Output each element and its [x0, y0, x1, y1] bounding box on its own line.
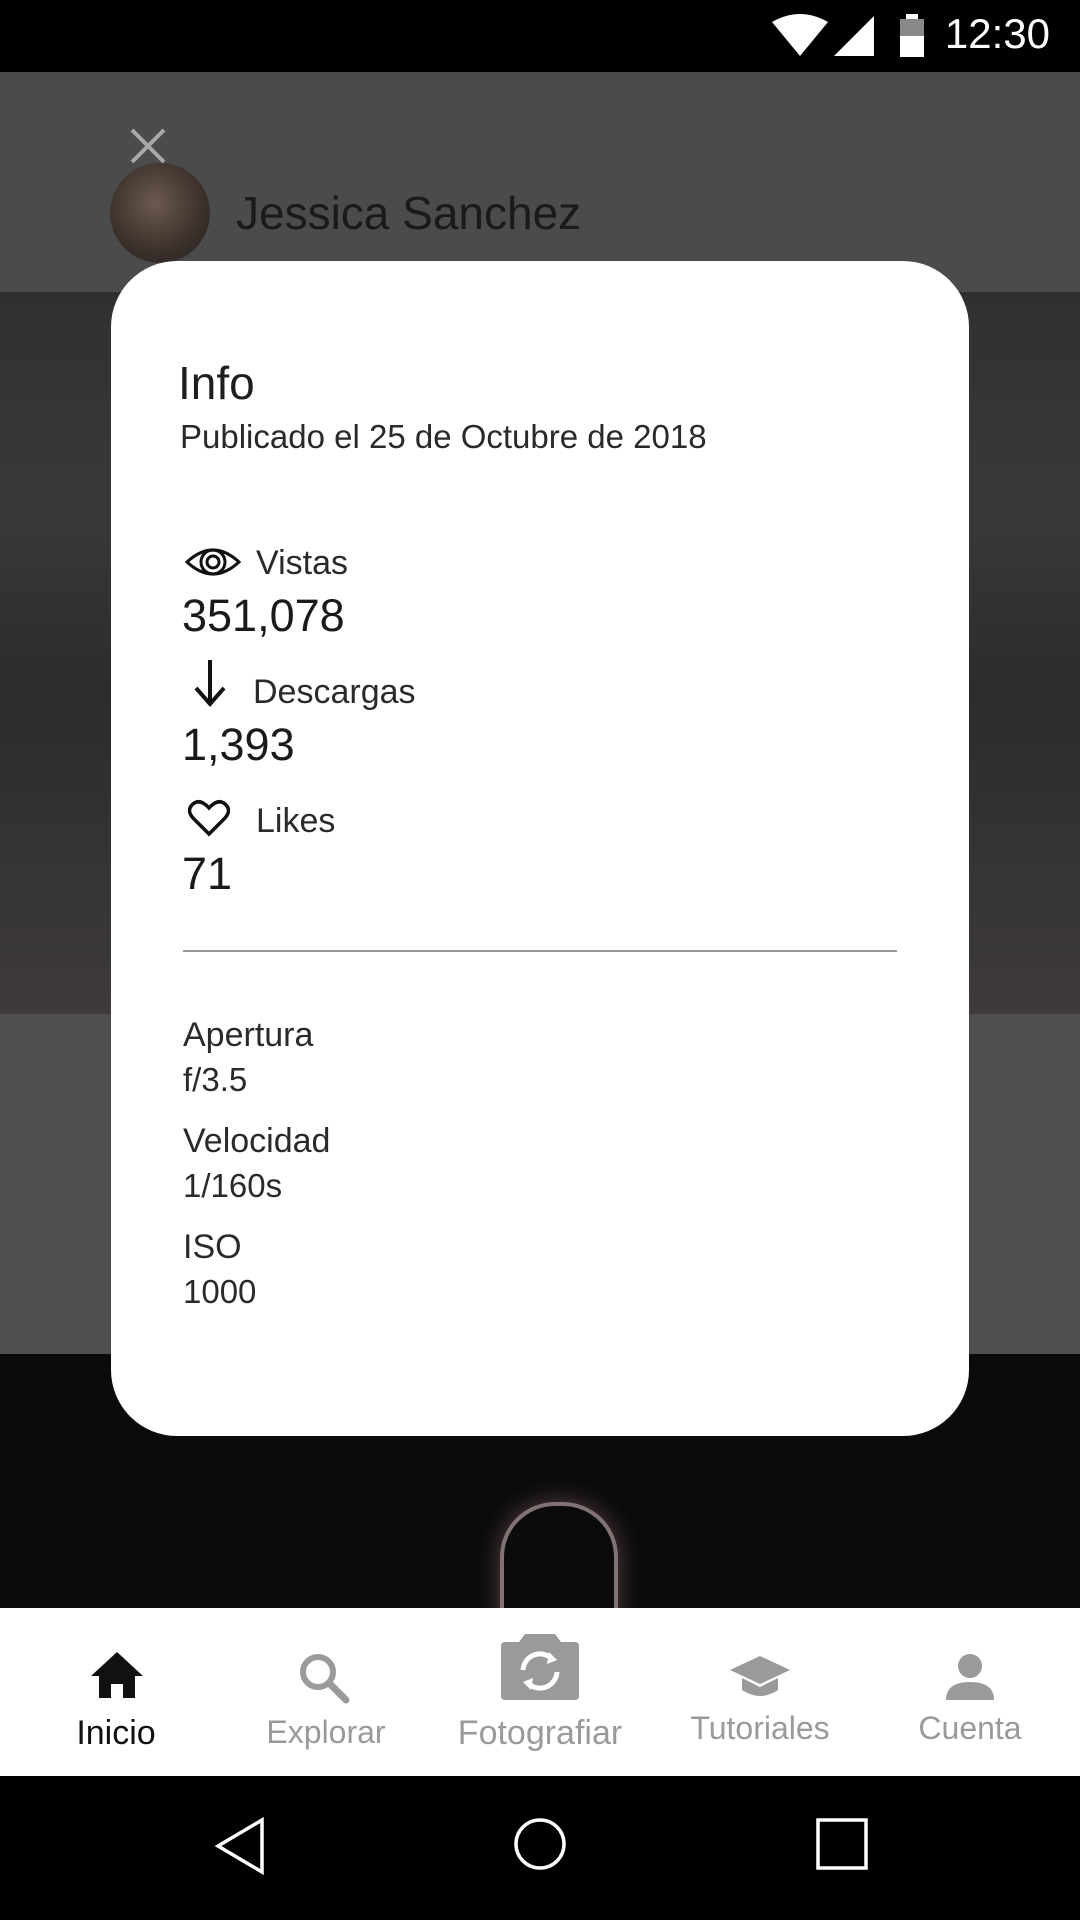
views-label: Vistas [256, 544, 348, 582]
views-value: 351,078 [182, 590, 345, 641]
battery-icon [900, 14, 924, 57]
nav-label-inicio: Inicio [76, 1714, 156, 1752]
graduation-cap-icon [730, 1656, 790, 1696]
aperture-label: Apertura [183, 1016, 314, 1054]
status-bar: 12:30 [0, 0, 1080, 72]
user-name[interactable]: Jessica Sanchez [236, 186, 581, 240]
iso-label: ISO [183, 1228, 242, 1266]
shutter-speed-label: Velocidad [183, 1122, 331, 1160]
published-date: Publicado el 25 de Octubre de 2018 [180, 418, 707, 455]
nav-label-explorar: Explorar [266, 1714, 386, 1750]
likes-label: Likes [256, 802, 336, 840]
close-icon[interactable] [128, 126, 168, 166]
nav-item-inicio[interactable]: Inicio [45, 1608, 187, 1776]
bottom-nav: Inicio Explorar Fotografiar Tutoriales C… [0, 1608, 1080, 1776]
recents-icon[interactable] [814, 1816, 870, 1872]
search-icon [300, 1654, 350, 1704]
camera-switch-icon [501, 1634, 579, 1700]
divider [183, 950, 897, 952]
nav-item-tutoriales[interactable]: Tutoriales [688, 1608, 832, 1776]
user-icon [946, 1654, 994, 1700]
eye-icon [184, 548, 242, 576]
back-icon[interactable] [212, 1816, 268, 1876]
cell-signal-icon [834, 16, 874, 56]
aperture-value: f/3.5 [183, 1061, 248, 1098]
download-arrow-icon [194, 660, 226, 708]
nav-item-fotografiar[interactable]: Fotografiar [446, 1608, 634, 1776]
avatar[interactable] [110, 163, 210, 263]
downloads-label: Descargas [253, 673, 416, 711]
nav-item-explorar[interactable]: Explorar [250, 1608, 402, 1776]
iso-value: 1000 [183, 1273, 257, 1310]
downloads-value: 1,393 [182, 719, 295, 770]
shutter-speed-value: 1/160s [183, 1167, 283, 1204]
wifi-icon [772, 14, 828, 56]
heart-icon[interactable] [188, 798, 230, 838]
info-title: Info [178, 357, 255, 409]
nav-label-cuenta: Cuenta [918, 1710, 1022, 1746]
home-icon [91, 1652, 143, 1698]
status-time: 12:30 [944, 10, 1050, 57]
nav-label-fotografiar: Fotografiar [457, 1714, 623, 1752]
likes-value: 71 [182, 848, 233, 899]
home-circle-icon[interactable] [512, 1816, 568, 1872]
system-nav-bar [0, 1776, 1080, 1920]
nav-label-tutoriales: Tutoriales [690, 1710, 830, 1746]
nav-item-cuenta[interactable]: Cuenta [912, 1608, 1028, 1776]
